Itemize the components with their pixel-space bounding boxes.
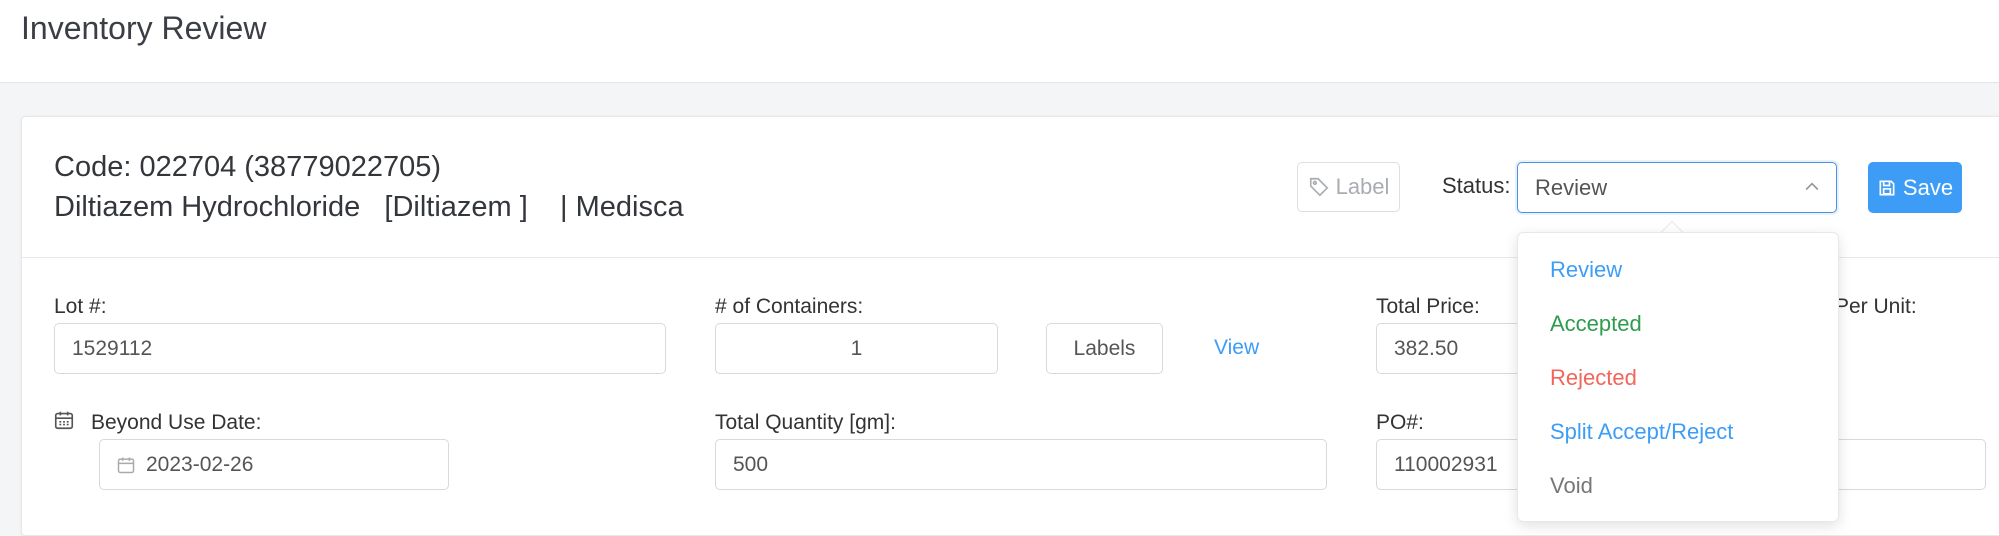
product-name: Diltiazem Hydrochloride [Diltiazem ] | M… xyxy=(54,191,684,223)
total-price-input[interactable]: 382.50 xyxy=(1376,323,1536,374)
status-label: Status: xyxy=(1442,173,1511,198)
status-option-accepted[interactable]: Accepted xyxy=(1550,311,1642,337)
total-quantity-input[interactable]: 500 xyxy=(715,439,1327,490)
bud-label: Beyond Use Date: xyxy=(91,411,262,434)
view-link[interactable]: View xyxy=(1214,336,1259,360)
calendar-icon xyxy=(54,411,74,430)
top-bar: Inventory Review xyxy=(0,0,1999,83)
status-option-void[interactable]: Void xyxy=(1550,473,1593,499)
per-unit-label: Per Unit: xyxy=(1835,295,1917,318)
status-select-value: Review xyxy=(1535,175,1608,200)
tag-icon xyxy=(1309,177,1328,197)
label-button[interactable]: Label xyxy=(1297,162,1400,212)
status-select[interactable]: Review xyxy=(1517,162,1837,213)
page-title: Inventory Review xyxy=(21,10,267,46)
bud-input-value: 2023-02-26 xyxy=(146,452,254,476)
containers-label: # of Containers: xyxy=(715,295,864,318)
calendar-icon xyxy=(117,457,135,473)
lot-input[interactable]: 1529112 xyxy=(54,323,666,374)
status-option-review[interactable]: Review xyxy=(1550,257,1622,283)
save-button[interactable]: Save xyxy=(1868,162,1962,213)
total-price-label: Total Price: xyxy=(1376,295,1480,318)
bud-input[interactable]: 2023-02-26 xyxy=(99,439,449,490)
status-option-rejected[interactable]: Rejected xyxy=(1550,365,1637,391)
total-quantity-label: Total Quantity [gm]: xyxy=(715,411,896,434)
labels-button[interactable]: Labels xyxy=(1046,323,1163,374)
save-button-text: Save xyxy=(1902,174,1954,200)
po-label: PO#: xyxy=(1376,411,1424,434)
lot-label: Lot #: xyxy=(54,295,107,318)
save-icon xyxy=(1879,180,1895,195)
containers-input[interactable]: 1 xyxy=(715,323,998,374)
label-button-text: Label xyxy=(1335,174,1390,199)
chevron-up-icon xyxy=(1805,182,1819,191)
product-code: Code: 022704 (38779022705) xyxy=(54,151,441,183)
status-dropdown-menu: Review Accepted Rejected Split Accept/Re… xyxy=(1517,232,1839,522)
status-option-split[interactable]: Split Accept/Reject xyxy=(1550,419,1733,445)
